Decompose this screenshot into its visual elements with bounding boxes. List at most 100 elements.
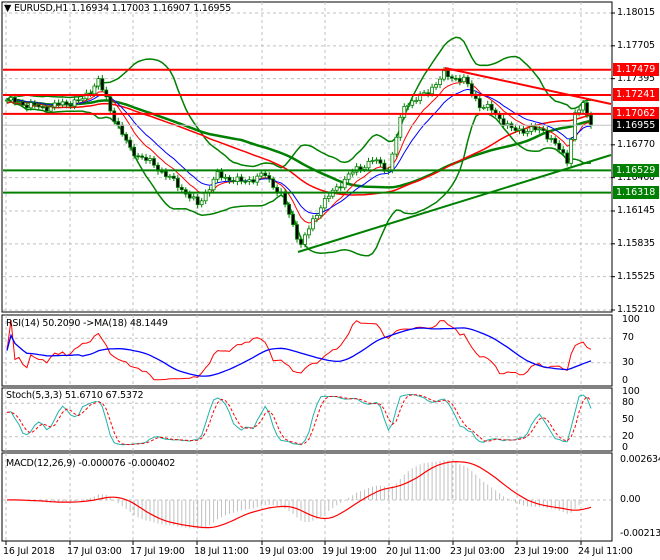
macd-label: MACD(12,26,9) -0.000076 -0.000402 [6, 458, 176, 469]
candle [136, 155, 141, 158]
candle [191, 196, 196, 199]
macd-axis-label: 0.00 [620, 494, 641, 505]
high-price: 1.17003 [111, 3, 150, 14]
stoch-axis-label: 50 [622, 414, 634, 425]
candle [227, 176, 232, 181]
candle [406, 104, 411, 107]
candle [549, 138, 554, 140]
candle [263, 172, 268, 176]
candle [9, 97, 13, 101]
collapse-triangle-icon[interactable]: ▼ [4, 3, 11, 14]
candle [267, 175, 272, 180]
candle [573, 112, 578, 140]
candle [52, 102, 57, 108]
price-axis-label: 1.16145 [617, 205, 655, 216]
candle [44, 106, 49, 112]
macd-signal-line [6, 460, 592, 529]
candle [152, 158, 156, 166]
candle [36, 104, 41, 108]
candle [100, 78, 105, 91]
candle [179, 187, 184, 191]
candle [140, 155, 144, 158]
candle [581, 102, 585, 111]
candle [164, 170, 168, 177]
candle [450, 76, 454, 79]
candle [461, 76, 466, 83]
low-price: 1.16907 [152, 3, 191, 14]
candle [251, 179, 256, 183]
candle [60, 101, 65, 106]
support-price-tag: 1.16529 [613, 163, 659, 177]
candle [465, 76, 470, 85]
candle [171, 175, 176, 179]
candle [247, 179, 252, 182]
candle [24, 104, 29, 109]
candle [442, 70, 446, 80]
current-price-tag: 1.16955 [613, 118, 659, 132]
candle [446, 70, 450, 78]
candle [299, 238, 303, 245]
rsi-axis-label: 0 [622, 375, 628, 386]
candle [477, 98, 482, 109]
candle [469, 83, 474, 95]
candle [318, 207, 323, 216]
time-axis-label: 18 Jul 11:00 [194, 546, 249, 557]
candle [211, 178, 216, 191]
candle [346, 173, 351, 180]
candle [342, 178, 347, 189]
candle [167, 175, 172, 178]
stoch-axis-label: 80 [622, 397, 634, 409]
candle [187, 193, 192, 199]
candle [255, 175, 260, 183]
candle [311, 218, 315, 230]
open-price: 1.16934 [71, 3, 109, 14]
candle [537, 128, 542, 131]
price-axis-label: 1.15835 [617, 237, 655, 249]
time-axis-label: 23 Jul 03:00 [450, 546, 505, 557]
candle [215, 171, 220, 180]
candle [390, 153, 395, 171]
candle [96, 78, 101, 87]
candle [120, 124, 125, 135]
candle [513, 127, 518, 131]
candle [108, 96, 113, 112]
candle [128, 139, 133, 148]
candle [374, 159, 379, 162]
candle [148, 158, 152, 161]
candle [362, 167, 367, 170]
time-axis-label: 19 Jul 19:00 [322, 546, 377, 557]
trading-chart-window[interactable]: ▼ EURUSD,H1 1.16934 1.17003 1.16907 1.16… [0, 0, 660, 560]
candle [17, 101, 21, 104]
candle [485, 103, 490, 108]
candle [239, 176, 244, 182]
macd-axis-label: -0.00213 [620, 528, 660, 539]
candle [589, 114, 593, 126]
candle [561, 149, 566, 154]
candle [132, 146, 137, 157]
stoch-label: Stoch(5,3,3) 51.6710 67.5372 [6, 390, 144, 401]
candle [565, 152, 570, 164]
price-axis-label: 1.15525 [617, 270, 655, 282]
candle [5, 99, 9, 102]
candle [307, 228, 311, 236]
rsi-label: RSI(14) 50.2090 ->MA(18) 48.1449 [6, 318, 168, 329]
rsi-axis-label: 100 [622, 314, 640, 325]
time-axis-label: 16 Jul 2018 [3, 546, 55, 557]
candle [322, 198, 327, 209]
candle [48, 106, 53, 112]
candle [259, 172, 264, 177]
candle [144, 156, 148, 161]
candle [338, 186, 343, 189]
candle [378, 159, 383, 164]
candle [303, 234, 307, 245]
candle [517, 128, 522, 131]
candle [521, 128, 526, 134]
candle [13, 97, 17, 103]
candle [334, 186, 339, 191]
candle [569, 138, 574, 164]
chart-canvas[interactable] [0, 0, 660, 560]
macd-axis-label: 0.002634 [620, 454, 660, 465]
time-axis-label: 17 Jul 03:00 [67, 546, 122, 557]
candle [366, 160, 371, 169]
candle [422, 92, 427, 95]
